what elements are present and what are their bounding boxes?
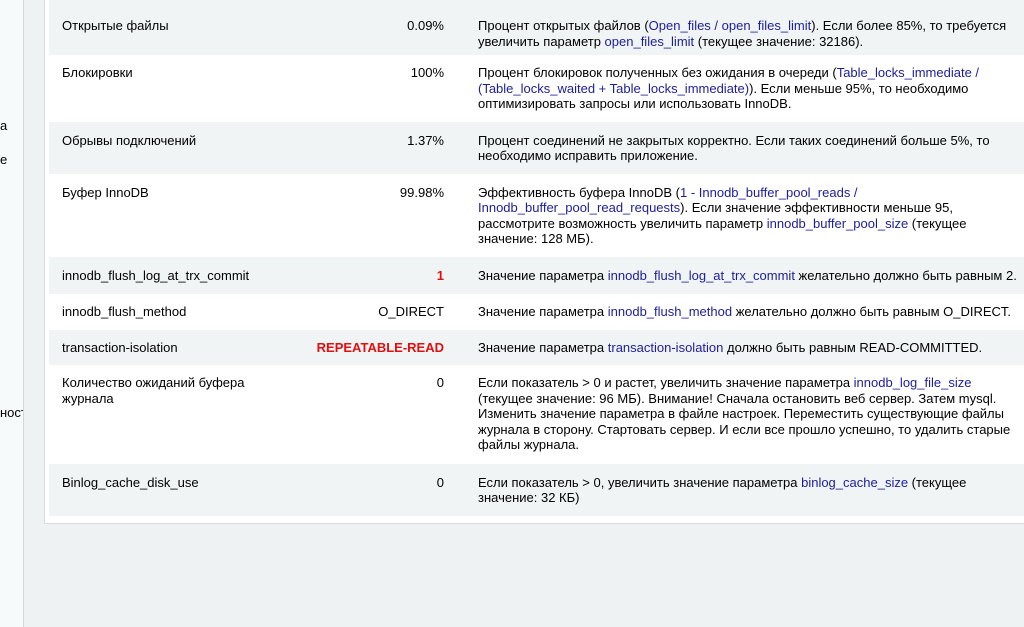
cell-spacer <box>449 365 478 464</box>
metric-value-text: 99.98% <box>399 184 444 200</box>
metric-value-text: 0 <box>436 375 444 390</box>
performance-table: Открытые файлы 0.09% Процент открытых файл… <box>49 0 1024 516</box>
metric-description: Процент блокировок полученных без ожидан… <box>478 55 1024 122</box>
cell-spacer <box>449 256 478 294</box>
table-row: Количество ожиданий буфера журнала 0 Если … <box>49 365 1024 464</box>
metric-value-text: 0.09% <box>407 18 444 33</box>
metric-description: Значение параметра innodb_flush_method ж… <box>478 294 1024 330</box>
cell-spacer <box>449 329 478 365</box>
metric-description: Эффективность буфера InnoDB (1 - Innodb_… <box>478 174 1024 257</box>
description-text: Значение параметра <box>478 339 608 355</box>
description-text: Значение параметра <box>478 304 608 319</box>
metric-value-warning: 1 <box>436 267 444 283</box>
metric-description: Процент открытых файлов (Open_files / op… <box>478 0 1024 55</box>
metric-value-text: O_DIRECT <box>378 304 444 319</box>
metric-value-warning: REPEATABLE-READ <box>316 339 444 355</box>
metric-value: O_DIRECT <box>299 294 449 330</box>
table-row: Буфер InnoDB 99.98% Эффективность буфера I… <box>49 174 1024 257</box>
description-text: Значение параметра <box>478 267 608 283</box>
metric-name: Количество ожиданий буфера журнала <box>62 375 245 406</box>
metric-name: Открытые файлы <box>49 0 299 55</box>
metric-name: transaction-isolation <box>49 329 299 365</box>
metric-value: 0 <box>299 365 449 464</box>
metric-value: 1.37% <box>299 121 449 174</box>
description-text: Процент соединений не закрытых корректно… <box>478 132 990 164</box>
description-text: должно быть равным READ-COMMITTED. <box>723 339 983 355</box>
metric-description: Значение параметра innodb_flush_log_at_t… <box>478 256 1024 294</box>
table-row: Обрывы подключений 1.37% Процент соединени… <box>49 121 1024 174</box>
description-text: (текущее значение: 32186). <box>694 33 864 49</box>
metric-name: Буфер InnoDB <box>62 184 149 200</box>
parameter-name: open_files_limit <box>604 33 695 49</box>
metric-description: Значение параметра transaction-isolation… <box>478 329 1024 365</box>
table-row: Binlog_cache_disk_use 0 Если показатель > … <box>49 463 1024 516</box>
left-sidebar: а е ност <box>0 0 24 627</box>
metric-description: Если показатель > 0, увеличить значение … <box>478 463 1024 516</box>
cell-spacer <box>449 463 478 516</box>
description-text: Процент открытых файлов ( <box>478 18 649 33</box>
metric-value: 0 <box>299 463 449 516</box>
description-text: Процент блокировок полученных без ожидан… <box>478 65 837 80</box>
parameter-name: transaction-isolation <box>607 339 724 355</box>
parameter-name: Open_files / open_files_limit <box>648 18 812 33</box>
table-row: Блокировки 100% Процент блокировок получен… <box>49 55 1024 122</box>
description-text: Эффективность буфера InnoDB ( <box>478 184 680 200</box>
performance-panel: Открытые файлы 0.09% Процент открытых файл… <box>44 0 1024 524</box>
metric-name: Блокировки <box>62 65 133 80</box>
table-row: Открытые файлы 0.09% Процент открытых файл… <box>49 0 1024 55</box>
sidebar-text-fragment[interactable]: е <box>0 152 7 167</box>
parameter-name: innodb_log_file_size <box>853 375 972 390</box>
metric-description: Процент соединений не закрытых корректно… <box>478 121 1024 174</box>
table-row: innodb_flush_log_at_trx_commit 1 Значение … <box>49 256 1024 294</box>
metric-value: 100% <box>299 55 449 122</box>
metric-value: 0.09% <box>299 0 449 55</box>
description-text: Если показатель > 0, увеличить значение … <box>478 474 802 490</box>
metric-name: Обрывы подключений <box>49 121 299 174</box>
table-row: innodb_flush_method O_DIRECT Значение пара… <box>49 294 1024 330</box>
parameter-name: innodb_buffer_pool_size <box>766 215 909 231</box>
cell-spacer <box>449 55 478 122</box>
parameter-name: binlog_cache_size <box>801 474 909 490</box>
sidebar-text-fragment[interactable]: ност <box>0 405 23 420</box>
metric-value: REPEATABLE-READ <box>299 329 449 365</box>
cell-spacer <box>449 174 478 257</box>
metric-description: Если показатель > 0 и растет, увеличить … <box>478 365 1024 464</box>
cell-spacer <box>449 294 478 330</box>
metric-value: 1 <box>299 256 449 294</box>
cell-spacer <box>449 0 478 55</box>
description-text: (текущее значение: 96 МБ). Внимание! Сна… <box>478 390 1011 453</box>
metric-value-text: 100% <box>410 65 444 80</box>
metric-value-text: 0 <box>436 474 444 490</box>
table-row: transaction-isolation REPEATABLE-READ Знач… <box>49 329 1024 365</box>
metric-name: innodb_flush_log_at_trx_commit <box>49 256 299 294</box>
description-text: желательно должно быть равным 2. <box>794 267 1017 283</box>
description-text: Если показатель > 0 и растет, увеличить … <box>478 375 854 390</box>
metric-value: 99.98% <box>299 174 449 257</box>
description-text: желательно должно быть равным O_DIRECT. <box>732 304 1012 319</box>
metric-name: innodb_flush_method <box>62 304 187 319</box>
sidebar-text-fragment[interactable]: а <box>0 118 7 133</box>
metric-value-text: 1.37% <box>407 132 444 148</box>
metric-name: Binlog_cache_disk_use <box>49 463 299 516</box>
cell-spacer <box>449 121 478 174</box>
parameter-name: innodb_flush_log_at_trx_commit <box>607 267 795 283</box>
parameter-name: innodb_flush_method <box>607 304 733 319</box>
